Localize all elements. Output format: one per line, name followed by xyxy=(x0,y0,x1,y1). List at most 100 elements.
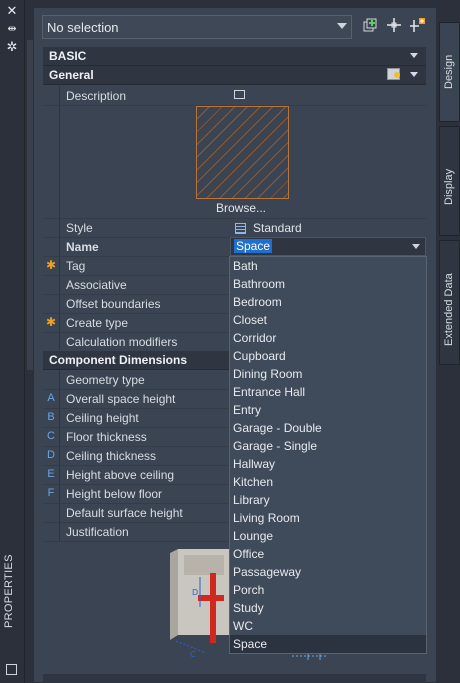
option-bathroom[interactable]: Bathroom xyxy=(230,275,426,293)
prop-label: Justification xyxy=(66,525,129,539)
option-corridor[interactable]: Corridor xyxy=(230,329,426,347)
dim-marker: F xyxy=(47,487,55,499)
scrollbar[interactable] xyxy=(27,40,33,370)
auto-hide-icon[interactable]: ⇹ xyxy=(5,22,19,36)
select-objects-icon[interactable] xyxy=(385,17,403,35)
option-label: Closet xyxy=(233,313,268,327)
option-garage-single[interactable]: Garage - Single xyxy=(230,437,426,455)
tab-extended-data[interactable]: Extended Data xyxy=(439,240,460,365)
style-value[interactable]: Standard xyxy=(253,221,302,235)
chevron-down-icon xyxy=(337,23,347,29)
tab-design[interactable]: Design xyxy=(439,22,460,122)
option-bath[interactable]: Bath xyxy=(230,257,426,275)
option-label: Garage - Single xyxy=(233,439,318,453)
collapse-icon xyxy=(410,53,418,58)
tab-label: Design xyxy=(443,54,455,89)
dim-marker: C xyxy=(47,430,55,442)
option-cupboard[interactable]: Cupboard xyxy=(230,347,426,365)
prop-label: Overall space height xyxy=(66,392,176,406)
option-label: Entrance Hall xyxy=(233,385,306,399)
dim-marker: E xyxy=(47,468,55,480)
prop-label: Floor thickness xyxy=(66,430,147,444)
tab-label: Display xyxy=(443,168,455,205)
option-label: Office xyxy=(233,547,265,561)
dim-marker xyxy=(43,370,59,389)
prop-label: Name xyxy=(66,240,99,254)
option-wc[interactable]: WC xyxy=(230,617,426,635)
tab-display[interactable]: Display xyxy=(439,126,460,236)
option-label: Hallway xyxy=(233,457,276,471)
palette-menu-icon[interactable] xyxy=(6,664,17,675)
quick-select-icon[interactable] xyxy=(361,17,379,35)
section-collapsed[interactable] xyxy=(43,674,426,683)
selection-dropdown[interactable]: No selection xyxy=(42,15,352,39)
prop-label: Associative xyxy=(66,278,127,292)
option-bedroom[interactable]: Bedroom xyxy=(230,293,426,311)
selection-value: No selection xyxy=(47,20,119,35)
option-porch[interactable]: Porch xyxy=(230,581,426,599)
option-label: Entry xyxy=(233,403,262,417)
option-dining-room[interactable]: Dining Room xyxy=(230,365,426,383)
prop-label: Ceiling thickness xyxy=(66,449,157,463)
name-value[interactable]: Space xyxy=(234,239,273,253)
palette-titlebar: ✕ ⇹ ✲ PROPERTIES xyxy=(0,0,25,683)
prop-label: Default surface height xyxy=(66,506,183,520)
prop-label: Tag xyxy=(66,259,86,273)
palette-title: PROPERTIES xyxy=(3,554,15,628)
option-garage-double[interactable]: Garage - Double xyxy=(230,419,426,437)
name-dropdown-list[interactable]: Bath Bathroom Bedroom Closet Corridor Cu… xyxy=(229,256,427,654)
asterisk-icon: ✱ xyxy=(45,258,57,272)
tab-label: Extended Data xyxy=(443,273,455,346)
option-label: Dining Room xyxy=(233,367,303,381)
option-study[interactable]: Study xyxy=(230,599,426,617)
option-label: Cupboard xyxy=(233,349,286,363)
browse-button[interactable]: Browse... xyxy=(216,201,266,215)
option-label: Study xyxy=(233,601,264,615)
section-basic[interactable]: BASIC xyxy=(43,47,426,66)
settings-icon[interactable]: ✲ xyxy=(5,40,19,54)
option-hallway[interactable]: Hallway xyxy=(230,455,426,473)
prop-label: Style xyxy=(66,221,93,235)
prop-label: Calculation modifiers xyxy=(66,335,178,349)
dim-marker: D xyxy=(47,449,55,461)
option-label: Garage - Double xyxy=(233,421,322,435)
prop-label: Geometry type xyxy=(66,373,145,387)
option-library[interactable]: Library xyxy=(230,491,426,509)
toggle-pickadd-icon[interactable] xyxy=(409,17,427,35)
style-manager-icon[interactable] xyxy=(387,68,400,80)
option-passageway[interactable]: Passageway xyxy=(230,563,426,581)
option-label: Corridor xyxy=(233,331,277,345)
option-label: Bath xyxy=(233,259,258,273)
option-space[interactable]: Space xyxy=(230,635,426,653)
option-office[interactable]: Office xyxy=(230,545,426,563)
dim-marker xyxy=(43,522,59,541)
chevron-down-icon[interactable] xyxy=(412,244,420,249)
section-basic-label: BASIC xyxy=(49,49,87,63)
option-label: Lounge xyxy=(233,529,274,543)
option-label: Passageway xyxy=(233,565,302,579)
option-label: Kitchen xyxy=(233,475,274,489)
option-closet[interactable]: Closet xyxy=(230,311,426,329)
dimension-preview-image: D C xyxy=(170,545,230,663)
edit-text-icon[interactable] xyxy=(234,90,245,99)
option-label: Bathroom xyxy=(233,277,286,291)
option-living-room[interactable]: Living Room xyxy=(230,509,426,527)
option-label: WC xyxy=(233,619,253,633)
option-kitchen[interactable]: Kitchen xyxy=(230,473,426,491)
style-preview-image xyxy=(196,106,289,199)
asterisk-icon: ✱ xyxy=(45,315,57,329)
option-label: Bedroom xyxy=(233,295,282,309)
option-entrance-hall[interactable]: Entrance Hall xyxy=(230,383,426,401)
svg-text:D: D xyxy=(192,588,198,597)
prop-label: Height below floor xyxy=(66,487,163,501)
name-combobox[interactable]: Space xyxy=(230,237,426,256)
section-component-dimensions-label: Component Dimensions xyxy=(49,353,188,367)
section-general[interactable]: General xyxy=(43,66,426,85)
collapse-icon xyxy=(410,72,418,77)
close-icon[interactable]: ✕ xyxy=(5,4,19,18)
option-entry[interactable]: Entry xyxy=(230,401,426,419)
dim-marker: B xyxy=(47,411,55,423)
option-lounge[interactable]: Lounge xyxy=(230,527,426,545)
prop-label: Ceiling height xyxy=(66,411,139,425)
option-label: Porch xyxy=(233,583,265,597)
